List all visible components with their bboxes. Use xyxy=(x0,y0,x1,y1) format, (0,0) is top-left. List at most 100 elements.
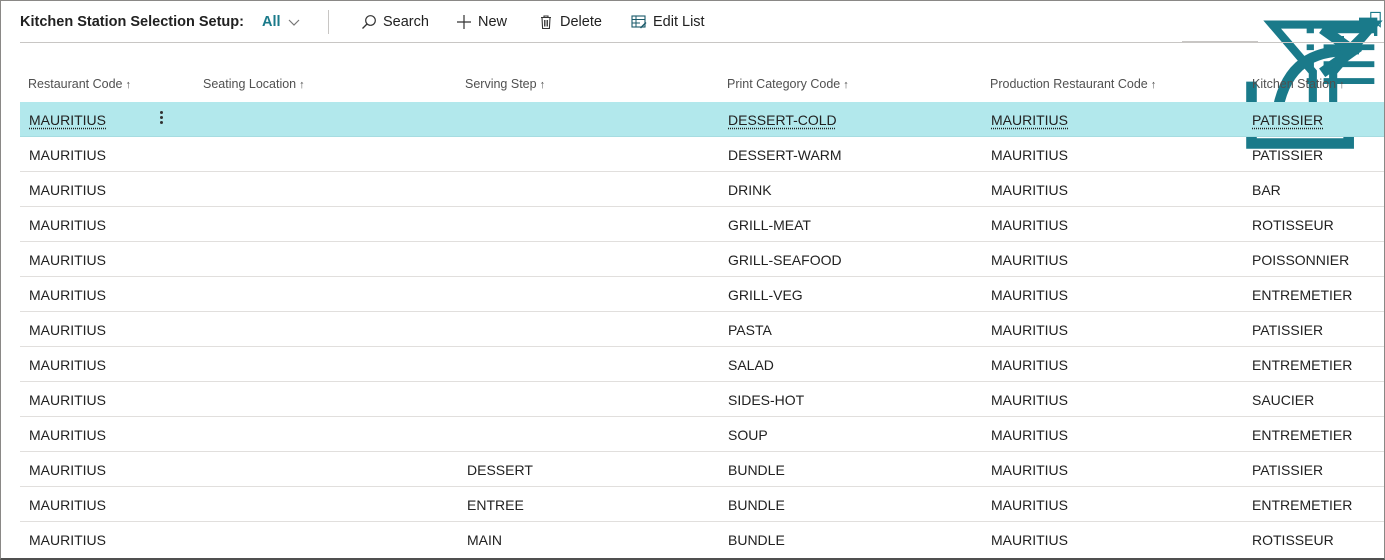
cell-production-restaurant-code[interactable]: MAURITIUS xyxy=(991,462,1068,478)
column-header-seating-location[interactable]: Seating Location ↑ xyxy=(203,77,305,91)
cell-production-restaurant-code[interactable]: MAURITIUS xyxy=(991,322,1068,338)
table-row[interactable]: MAURITIUS SIDES-HOT MAURITIUS SAUCIER xyxy=(20,382,1384,417)
sort-ascending-icon: ↑ xyxy=(299,79,305,91)
cell-print-category-code[interactable]: BUNDLE xyxy=(728,532,785,548)
cell-kitchen-station[interactable]: ENTREMETIER xyxy=(1252,357,1352,373)
cell-restaurant-code[interactable]: MAURITIUS xyxy=(29,532,106,548)
search-button-label: Search xyxy=(383,14,429,30)
sort-ascending-icon: ↑ xyxy=(539,79,546,91)
table-row[interactable]: MAURITIUS DESSERT-WARM MAURITIUS PATISSI… xyxy=(20,137,1384,172)
trash-icon xyxy=(541,15,551,30)
cell-print-category-code[interactable]: GRILL-SEAFOOD xyxy=(728,252,842,268)
toolbar-divider xyxy=(328,10,329,34)
cell-production-restaurant-code[interactable]: MAURITIUS xyxy=(991,112,1068,128)
table-row[interactable]: MAURITIUS SALAD MAURITIUS ENTREMETIER xyxy=(20,347,1384,382)
edit-list-button[interactable]: Edit List xyxy=(631,12,705,32)
cell-kitchen-station[interactable]: BAR xyxy=(1252,182,1281,198)
delete-button[interactable]: Delete xyxy=(538,12,602,32)
cell-kitchen-station[interactable]: ROTISSEUR xyxy=(1252,217,1334,233)
cell-kitchen-station[interactable]: ENTREMETIER xyxy=(1252,497,1352,513)
search-button[interactable]: Search xyxy=(361,12,429,32)
cell-restaurant-code[interactable]: MAURITIUS xyxy=(29,182,106,198)
bookmark-icon[interactable] xyxy=(1367,11,1384,28)
cell-kitchen-station[interactable]: ROTISSEUR xyxy=(1252,532,1334,548)
table-row[interactable]: MAURITIUS GRILL-SEAFOOD MAURITIUS POISSO… xyxy=(20,242,1384,277)
edit-list-button-label: Edit List xyxy=(653,14,705,30)
cell-kitchen-station[interactable]: ENTREMETIER xyxy=(1252,427,1352,443)
cell-print-category-code[interactable]: SALAD xyxy=(728,357,774,373)
cell-restaurant-code[interactable]: MAURITIUS xyxy=(29,112,106,128)
table-row[interactable]: MAURITIUS DRINK MAURITIUS BAR xyxy=(20,172,1384,207)
page-title: Kitchen Station Selection Setup: xyxy=(20,14,244,30)
view-filter-dropdown[interactable]: All xyxy=(262,14,301,30)
cell-restaurant-code[interactable]: MAURITIUS xyxy=(29,357,106,373)
chevron-down-icon xyxy=(288,19,299,26)
cell-kitchen-station[interactable]: ENTREMETIER xyxy=(1252,287,1352,303)
column-header-production-restaurant-code[interactable]: Production Restaurant Code ↑ xyxy=(990,77,1156,91)
cell-print-category-code[interactable]: PASTA xyxy=(728,322,772,338)
cell-kitchen-station[interactable]: PATISSIER xyxy=(1252,112,1323,128)
toolbar-scroll-indicator xyxy=(1182,41,1258,43)
plus-icon xyxy=(457,15,471,29)
cell-print-category-code[interactable]: BUNDLE xyxy=(728,497,785,513)
table-row[interactable]: MAURITIUS DESSERT-COLD MAURITIUS PATISSI… xyxy=(20,102,1384,137)
cell-print-category-code[interactable]: SIDES-HOT xyxy=(728,392,804,408)
new-button-label: New xyxy=(478,14,508,30)
cell-restaurant-code[interactable]: MAURITIUS xyxy=(29,392,106,408)
table-row[interactable]: MAURITIUS PASTA MAURITIUS PATISSIER xyxy=(20,312,1384,347)
cell-print-category-code[interactable]: SOUP xyxy=(728,427,768,443)
cell-restaurant-code[interactable]: MAURITIUS xyxy=(29,217,106,233)
cell-restaurant-code[interactable]: MAURITIUS xyxy=(29,252,106,268)
cell-production-restaurant-code[interactable]: MAURITIUS xyxy=(991,217,1068,233)
cell-production-restaurant-code[interactable]: MAURITIUS xyxy=(991,392,1068,408)
table-row[interactable]: MAURITIUS SOUP MAURITIUS ENTREMETIER xyxy=(20,417,1384,452)
cell-print-category-code[interactable]: GRILL-MEAT xyxy=(728,217,811,233)
search-icon xyxy=(362,15,376,29)
cell-kitchen-station[interactable]: POISSONNIER xyxy=(1252,252,1349,268)
sort-ascending-icon: ↑ xyxy=(1339,79,1345,91)
cell-production-restaurant-code[interactable]: MAURITIUS xyxy=(991,532,1068,548)
cell-print-category-code[interactable]: DESSERT-WARM xyxy=(728,147,842,163)
cell-production-restaurant-code[interactable]: MAURITIUS xyxy=(991,287,1068,303)
toolbar-divider-line xyxy=(20,42,1384,43)
cell-restaurant-code[interactable]: MAURITIUS xyxy=(29,147,106,163)
column-header-print-category-code[interactable]: Print Category Code ↑ xyxy=(727,77,849,91)
sort-ascending-icon: ↑ xyxy=(125,79,132,91)
new-button[interactable]: New xyxy=(456,12,507,32)
cell-production-restaurant-code[interactable]: MAURITIUS xyxy=(991,182,1068,198)
column-header-restaurant-code[interactable]: Restaurant Code ↑ xyxy=(28,77,131,91)
sort-ascending-icon: ↑ xyxy=(843,79,849,91)
cell-restaurant-code[interactable]: MAURITIUS xyxy=(29,287,106,303)
cell-restaurant-code[interactable]: MAURITIUS xyxy=(29,427,106,443)
cell-kitchen-station[interactable]: PATISSIER xyxy=(1252,322,1323,338)
cell-production-restaurant-code[interactable]: MAURITIUS xyxy=(991,497,1068,513)
cell-serving-step[interactable]: MAIN xyxy=(467,532,502,548)
cell-production-restaurant-code[interactable]: MAURITIUS xyxy=(991,427,1068,443)
cell-restaurant-code[interactable]: MAURITIUS xyxy=(29,497,106,513)
cell-production-restaurant-code[interactable]: MAURITIUS xyxy=(991,252,1068,268)
cell-print-category-code[interactable]: DESSERT-COLD xyxy=(728,112,837,128)
cell-serving-step[interactable]: DESSERT xyxy=(467,462,533,478)
table-row[interactable]: MAURITIUS ENTREE BUNDLE MAURITIUS ENTREM… xyxy=(20,487,1384,522)
table-row[interactable]: MAURITIUS DESSERT BUNDLE MAURITIUS PATIS… xyxy=(20,452,1384,487)
table-row[interactable]: MAURITIUS GRILL-VEG MAURITIUS ENTREMETIE… xyxy=(20,277,1384,312)
page-frame: Kitchen Station Selection Setup: All Sea… xyxy=(0,0,1385,560)
cell-kitchen-station[interactable]: PATISSIER xyxy=(1252,462,1323,478)
table-row[interactable]: MAURITIUS GRILL-MEAT MAURITIUS ROTISSEUR xyxy=(20,207,1384,242)
cell-production-restaurant-code[interactable]: MAURITIUS xyxy=(991,147,1068,163)
cell-production-restaurant-code[interactable]: MAURITIUS xyxy=(991,357,1068,373)
sort-ascending-icon: ↑ xyxy=(1150,79,1157,91)
table-row[interactable]: MAURITIUS MAIN BUNDLE MAURITIUS ROTISSEU… xyxy=(20,522,1384,557)
cell-kitchen-station[interactable]: SAUCIER xyxy=(1252,392,1314,408)
cell-restaurant-code[interactable]: MAURITIUS xyxy=(29,462,106,478)
cell-print-category-code[interactable]: BUNDLE xyxy=(728,462,785,478)
row-actions-kebab-icon[interactable] xyxy=(158,109,164,129)
view-filter-label: All xyxy=(262,14,281,30)
cell-restaurant-code[interactable]: MAURITIUS xyxy=(29,322,106,338)
cell-serving-step[interactable]: ENTREE xyxy=(467,497,524,513)
column-header-serving-step[interactable]: Serving Step ↑ xyxy=(465,77,545,91)
cell-print-category-code[interactable]: GRILL-VEG xyxy=(728,287,803,303)
column-header-kitchen-station[interactable]: Kitchen Station ↑ xyxy=(1252,77,1345,91)
cell-kitchen-station[interactable]: PATISSIER xyxy=(1252,147,1323,163)
cell-print-category-code[interactable]: DRINK xyxy=(728,182,772,198)
